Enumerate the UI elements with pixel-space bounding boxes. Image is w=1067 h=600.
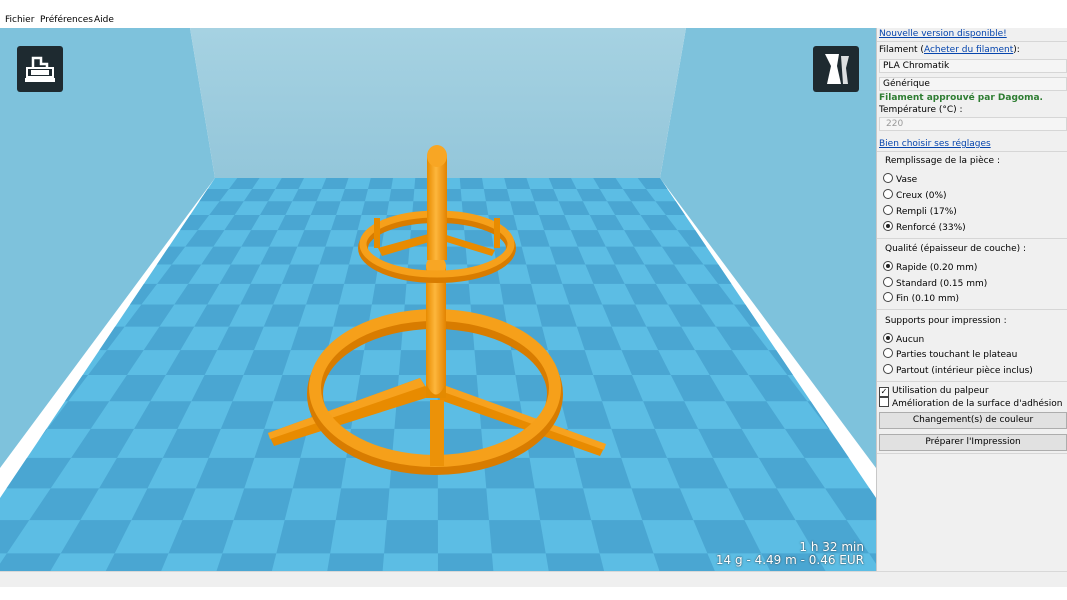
- quality-option-fin[interactable]: Fin (0.10 mm): [883, 292, 959, 304]
- infill-option-vase[interactable]: Vase: [883, 173, 917, 185]
- load-model-icon: [25, 56, 55, 82]
- settings-panel: Nouvelle version disponible! Filament (A…: [876, 28, 1067, 571]
- divider: [877, 309, 1067, 310]
- menu-preferences[interactable]: Préférences: [40, 14, 93, 26]
- checkbox-icon: [879, 397, 889, 407]
- infill-option-rempli[interactable]: Rempli (17%): [883, 205, 957, 217]
- buy-filament-link[interactable]: Acheter du filament: [924, 45, 1013, 55]
- supports-title: Supports pour impression :: [885, 316, 1007, 326]
- approved-text: Filament approuvé par Dagoma.: [879, 93, 1043, 103]
- divider: [877, 41, 1067, 42]
- infill-title: Remplissage de la pièce :: [885, 156, 1000, 166]
- supports-option-partout[interactable]: Partout (intérieur pièce inclus): [883, 364, 1033, 376]
- menu-fichier[interactable]: Fichier: [5, 14, 34, 26]
- adhesion-checkbox[interactable]: Amélioration de la surface d'adhésion: [879, 397, 1063, 409]
- view-mode-icon: [825, 54, 849, 84]
- radio-icon: [883, 189, 893, 199]
- radio-checked-icon: [883, 221, 893, 231]
- temperature-input[interactable]: 220: [879, 117, 1067, 131]
- checkbox-label: Amélioration de la surface d'adhésion: [892, 399, 1063, 409]
- quality-option-rapide[interactable]: Rapide (0.20 mm): [883, 261, 977, 273]
- supports-option-aucun[interactable]: Aucun: [883, 333, 924, 345]
- radio-checked-icon: [883, 333, 893, 343]
- quality-option-standard[interactable]: Standard (0.15 mm): [883, 277, 987, 289]
- radio-icon: [883, 277, 893, 287]
- radio-icon: [883, 364, 893, 374]
- checkbox-checked-icon: ✓: [879, 387, 889, 397]
- radio-icon: [883, 173, 893, 183]
- print-estimate: 1 h 32 min 14 g - 4.49 m - 0.46 EUR: [716, 541, 864, 567]
- filament-select[interactable]: PLA Chromatik: [879, 59, 1067, 73]
- option-label: Rapide (0.20 mm): [896, 263, 978, 273]
- status-bar: [0, 571, 1067, 587]
- settings-help-link[interactable]: Bien choisir ses réglages: [879, 139, 991, 149]
- temperature-label: Température (°C) :: [879, 105, 963, 115]
- 3d-viewport[interactable]: 1 h 32 min 14 g - 4.49 m - 0.46 EUR: [0, 28, 876, 571]
- option-label: Vase: [896, 175, 918, 185]
- filament-label-prefix: Filament (: [879, 45, 924, 55]
- infill-option-renforce[interactable]: Renforcé (33%): [883, 221, 966, 233]
- menu-aide[interactable]: Aide: [94, 14, 114, 26]
- color-change-button[interactable]: Changement(s) de couleur: [879, 412, 1067, 429]
- prepare-print-button[interactable]: Préparer l'Impression: [879, 434, 1067, 451]
- option-label: Aucun: [896, 335, 925, 345]
- quality-title: Qualité (épaisseur de couche) :: [885, 244, 1027, 254]
- divider: [877, 381, 1067, 382]
- filament-label-suffix: ):: [1013, 45, 1020, 55]
- supports-option-plateau[interactable]: Parties touchant le plateau: [883, 348, 1017, 360]
- radio-checked-icon: [883, 261, 893, 271]
- radio-icon: [883, 348, 893, 358]
- divider: [877, 453, 1067, 454]
- brand-select[interactable]: Générique: [879, 77, 1067, 91]
- radio-icon: [883, 292, 893, 302]
- option-label: Creux (0%): [896, 191, 947, 201]
- update-link[interactable]: Nouvelle version disponible!: [879, 29, 1007, 39]
- divider: [877, 151, 1067, 152]
- load-model-button[interactable]: [17, 46, 63, 92]
- view-mode-button[interactable]: [813, 46, 859, 92]
- option-label: Parties touchant le plateau: [896, 350, 1018, 360]
- infill-option-creux[interactable]: Creux (0%): [883, 189, 947, 201]
- divider: [877, 238, 1067, 239]
- option-label: Partout (intérieur pièce inclus): [896, 366, 1033, 376]
- menubar: Fichier Préférences Aide: [0, 0, 1067, 28]
- print-stats: 14 g - 4.49 m - 0.46 EUR: [715, 553, 864, 567]
- option-label: Standard (0.15 mm): [896, 279, 988, 289]
- checkbox-label: Utilisation du palpeur: [892, 386, 989, 396]
- option-label: Rempli (17%): [896, 207, 957, 217]
- print-scene[interactable]: [0, 28, 876, 571]
- probe-checkbox[interactable]: ✓ Utilisation du palpeur: [879, 386, 989, 397]
- radio-icon: [883, 205, 893, 215]
- option-label: Fin (0.10 mm): [896, 294, 960, 304]
- filament-label: Filament (Acheter du filament):: [879, 45, 1020, 55]
- option-label: Renforcé (33%): [896, 223, 966, 233]
